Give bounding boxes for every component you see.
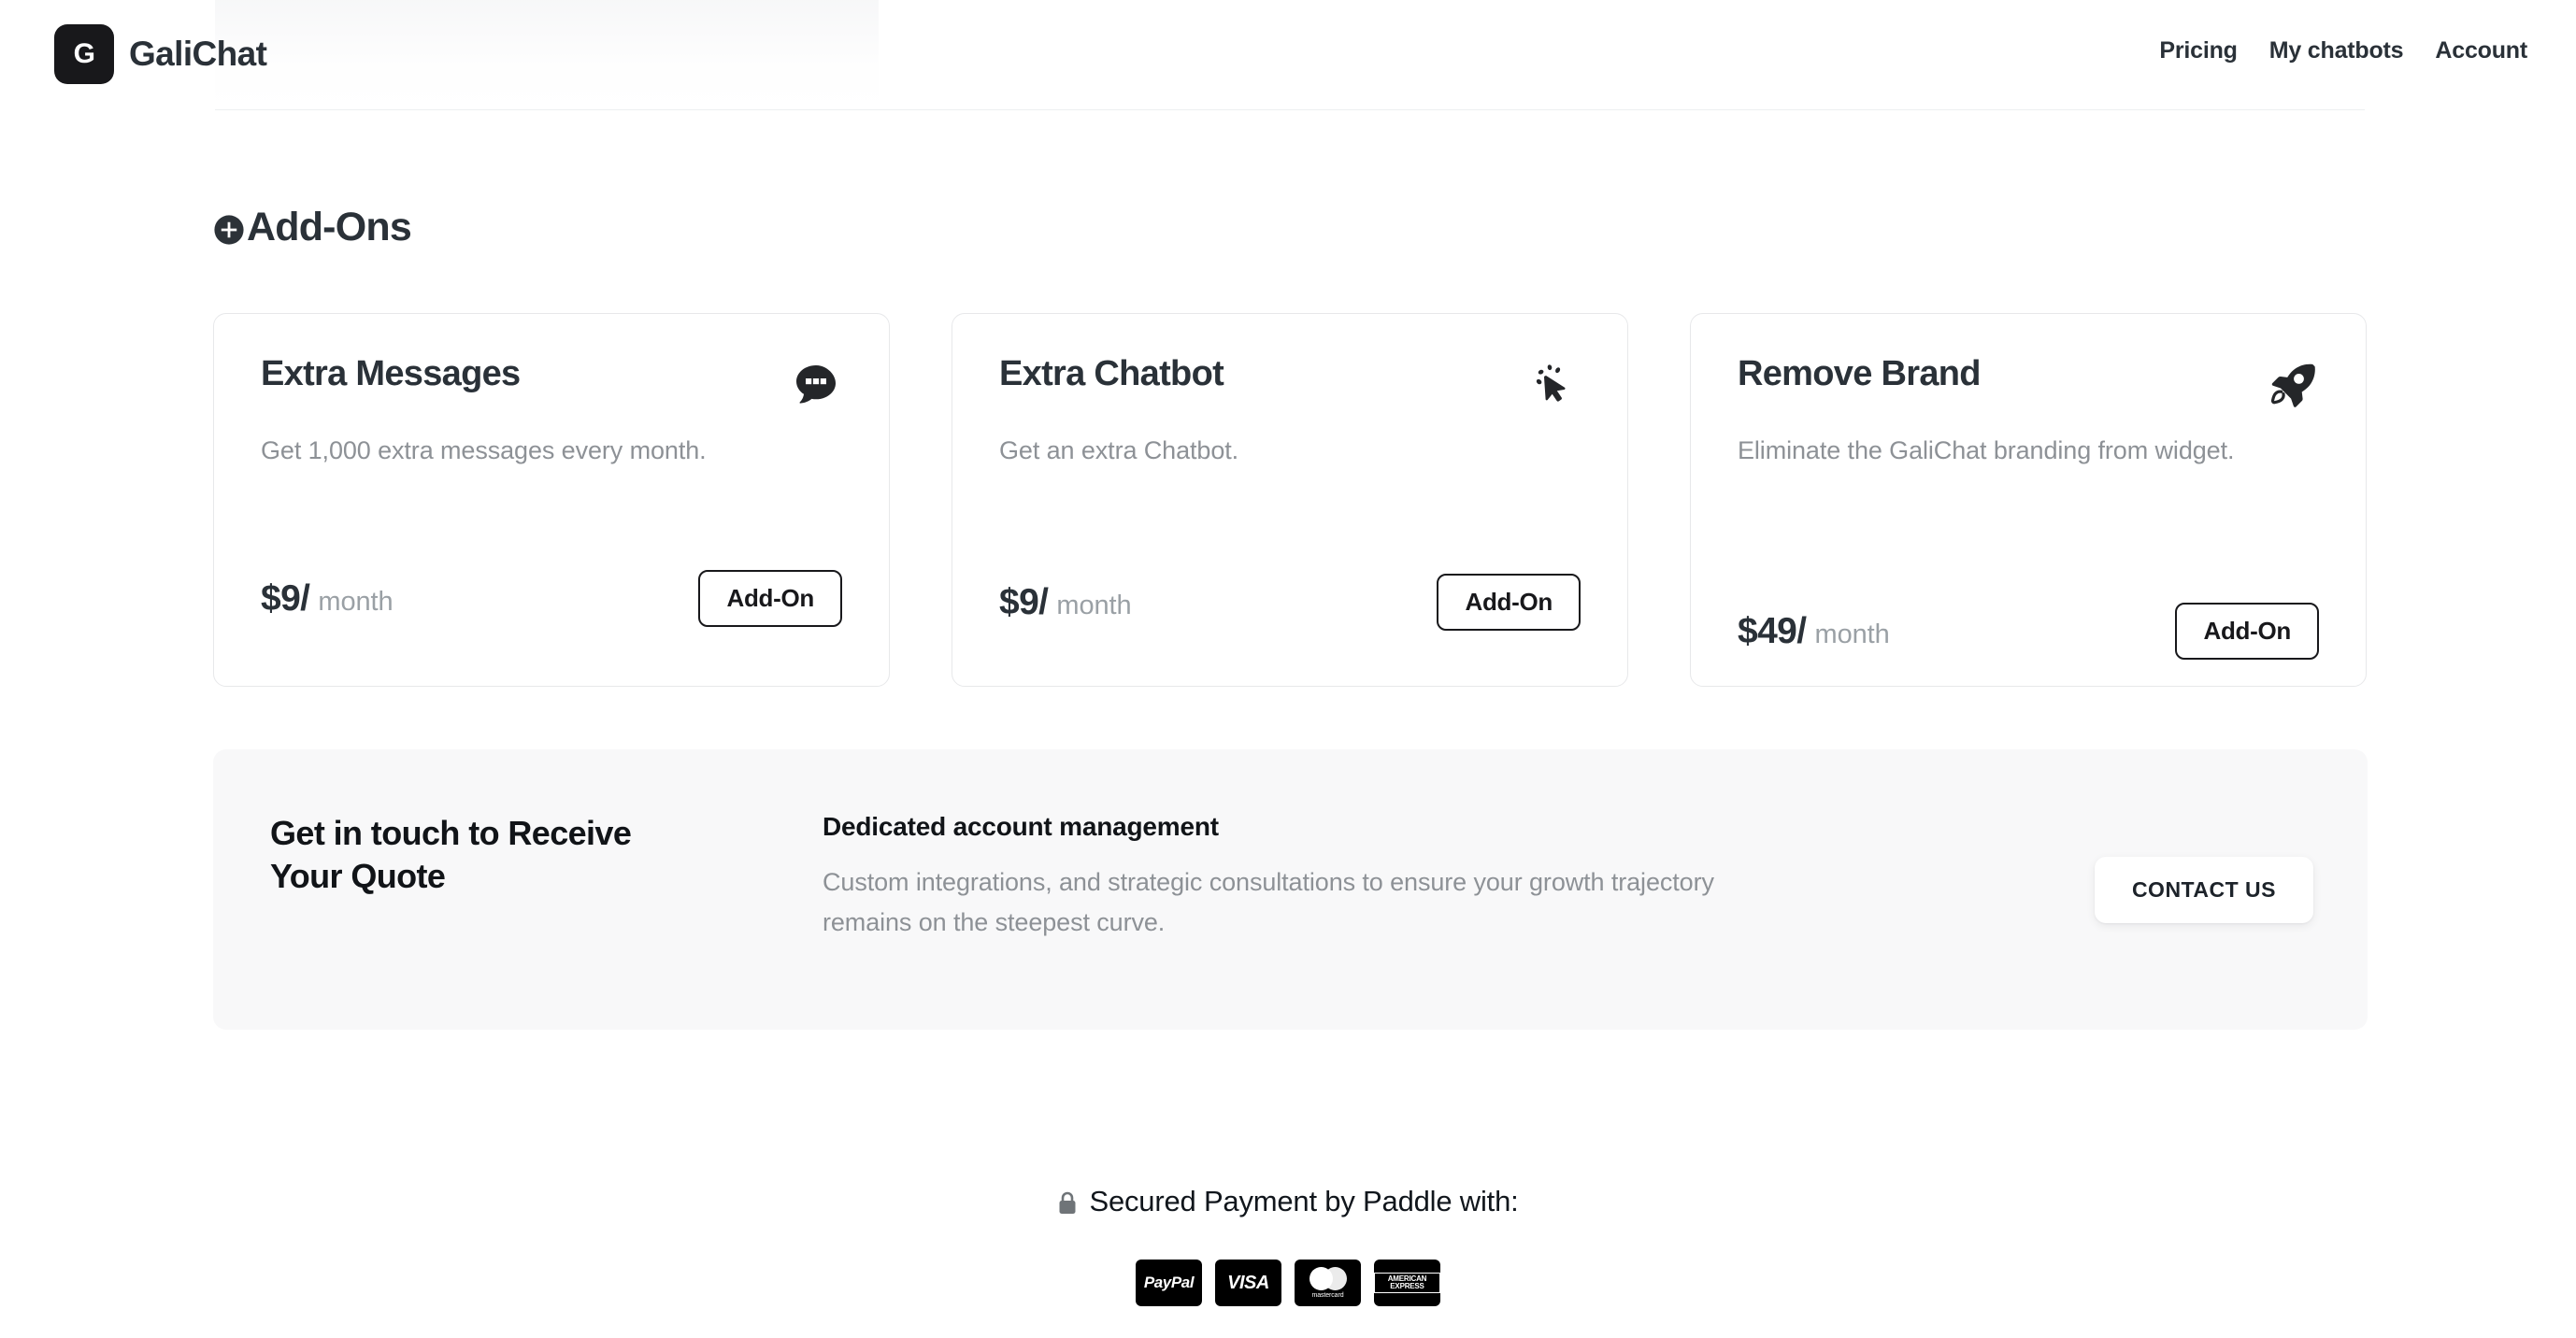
contact-quote-banner: Get in touch to Receive Your Quote Dedic…	[213, 749, 2368, 1030]
price-amount: $9/	[261, 577, 310, 619]
addon-card-description: Eliminate the GaliChat branding from wid…	[1738, 436, 2235, 464]
add-on-button-extra-chatbot[interactable]: Add-On	[1437, 574, 1581, 631]
paypal-logo-text: PayPal	[1143, 1274, 1195, 1291]
secured-payment-line: Secured Payment by Paddle with:	[1057, 1185, 1519, 1218]
lock-icon	[1057, 1189, 1078, 1215]
contact-us-button[interactable]: CONTACT US	[2094, 857, 2313, 923]
addon-card-price: $49/ month	[1738, 611, 1890, 652]
visa-logo: VISA	[1215, 1259, 1281, 1306]
quote-banner-text: Custom integrations, and strategic consu…	[823, 868, 1714, 936]
addon-card-title: Extra Messages	[261, 354, 521, 393]
rocket-icon	[2267, 359, 2319, 411]
addon-card-price: $9/ month	[261, 578, 394, 619]
price-period: month	[318, 586, 394, 617]
addon-card-title: Extra Chatbot	[999, 354, 1224, 393]
paypal-logo: PayPal	[1136, 1259, 1202, 1306]
payment-footer: Secured Payment by Paddle with: PayPal V…	[0, 1185, 2576, 1306]
price-period: month	[1814, 619, 1890, 649]
galichat-logo-mark: G	[54, 24, 114, 84]
secured-payment-text: Secured Payment by Paddle with:	[1089, 1185, 1519, 1217]
brand-name: GaliChat	[129, 35, 267, 73]
quote-banner-subtitle: Dedicated account management	[823, 812, 1219, 841]
addon-card-description: Get 1,000 extra messages every month.	[261, 436, 707, 464]
mastercard-logo: mastercard	[1295, 1259, 1361, 1306]
addon-card-remove-brand: Remove Brand Eliminate the GaliChat bran…	[1690, 313, 2367, 687]
addon-card-extra-chatbot: Extra Chatbot Get an extra Chatbot. $9/ …	[952, 313, 1628, 687]
brand-logo-link[interactable]: G GaliChat	[54, 24, 267, 84]
addon-card-description: Get an extra Chatbot.	[999, 436, 1239, 464]
payment-method-list: PayPal VISA mastercard AMERICAN EXPRESS	[0, 1259, 2576, 1306]
pricing-addons-page: G GaliChat Pricing My chatbots Account A…	[0, 0, 2576, 1338]
addons-section-heading: Add-Ons	[213, 205, 412, 249]
quote-banner-body: Dedicated account management Custom inte…	[823, 812, 1767, 942]
plus-circle-icon	[213, 214, 245, 246]
quote-banner-title: Get in touch to Receive Your Quote	[270, 814, 632, 896]
chat-bubble-dots-icon	[790, 359, 842, 411]
header-divider	[215, 109, 2365, 110]
addons-card-grid: Extra Messages Get 1,000 extra messages …	[213, 313, 2368, 687]
nav-link-my-chatbots[interactable]: My chatbots	[2269, 37, 2404, 64]
amex-logo-text: AMERICAN EXPRESS	[1387, 1274, 1427, 1290]
mastercard-logo-text: mastercard	[1311, 1291, 1344, 1299]
page-title: Add-Ons	[247, 205, 412, 249]
price-period: month	[1056, 590, 1132, 620]
add-on-button-extra-messages[interactable]: Add-On	[698, 570, 842, 627]
cursor-click-icon	[1528, 359, 1581, 411]
site-header: G GaliChat Pricing My chatbots Account	[0, 0, 2576, 110]
add-on-button-remove-brand[interactable]: Add-On	[2175, 603, 2319, 660]
logo-letter: G	[73, 38, 95, 69]
price-amount: $9/	[999, 581, 1049, 622]
addon-card-price: $9/ month	[999, 582, 1132, 623]
amex-logo: AMERICAN EXPRESS	[1374, 1259, 1440, 1306]
nav-link-pricing[interactable]: Pricing	[2159, 37, 2238, 64]
nav-link-account[interactable]: Account	[2435, 37, 2527, 64]
addon-card-title: Remove Brand	[1738, 354, 1981, 393]
mastercard-circles-icon	[1309, 1266, 1347, 1290]
visa-logo-text: VISA	[1227, 1272, 1269, 1293]
main-nav: Pricing My chatbots Account	[2159, 37, 2527, 64]
price-amount: $49/	[1738, 610, 1807, 651]
addon-card-extra-messages: Extra Messages Get 1,000 extra messages …	[213, 313, 890, 687]
